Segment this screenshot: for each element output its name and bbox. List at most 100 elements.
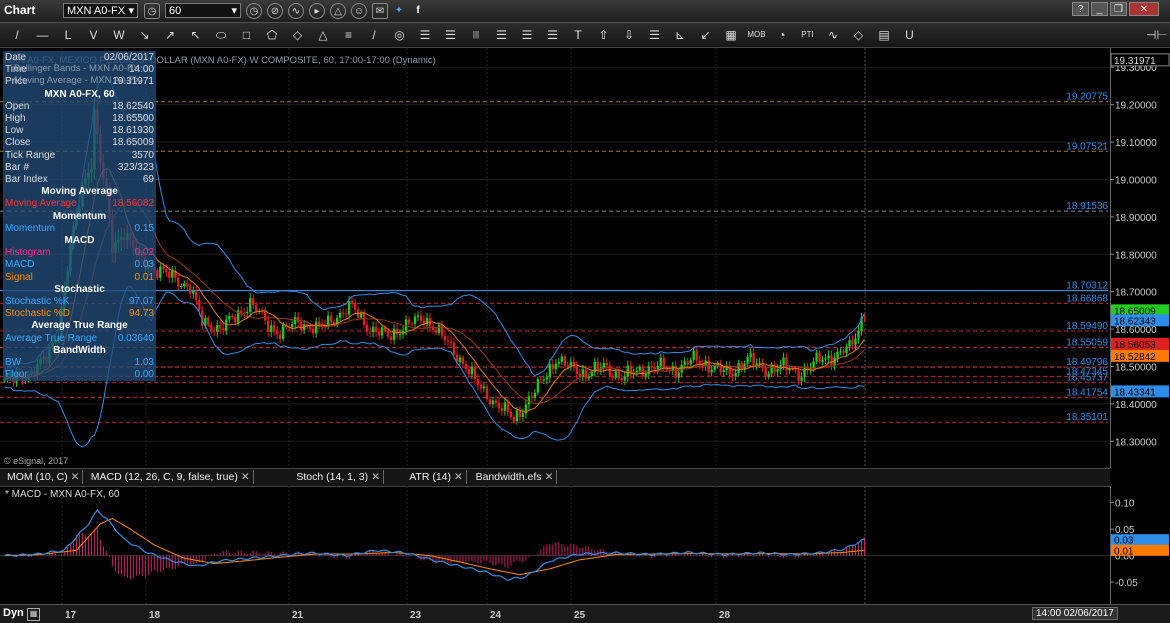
chevron-down-icon: ▾ xyxy=(128,5,134,17)
price-tag: 19.31971 xyxy=(1110,53,1170,67)
candle-body xyxy=(611,375,614,378)
candle-body xyxy=(165,268,168,273)
drawing-tool-13-icon[interactable]: ≡ xyxy=(338,27,360,43)
time-icon[interactable]: ◷ xyxy=(246,3,262,19)
candle-body xyxy=(171,270,174,278)
drawing-tool-12-icon[interactable]: △ xyxy=(312,27,334,43)
symbol-select[interactable]: MXN A0-FX ▾ xyxy=(63,3,138,18)
candle-body xyxy=(692,350,695,360)
x-axis: 17 18 21 23 24 25 28 xyxy=(65,610,731,621)
interval-select[interactable]: 60 ▾ xyxy=(165,3,241,18)
time-axis-bar: Dyn ▦ 17 18 21 23 24 25 28 14:00 02/06/2017 xyxy=(0,604,1170,623)
drawing-tool-10-icon[interactable]: ⬠ xyxy=(261,27,283,43)
drawing-tool-23-icon[interactable]: ⇧ xyxy=(593,27,615,43)
drawing-tool-9-icon[interactable]: □ xyxy=(236,27,258,43)
candle-body xyxy=(758,362,761,364)
data-row: Moving Average 18.56082 xyxy=(5,198,154,210)
drawing-tool-16-icon[interactable]: ☰ xyxy=(414,27,436,43)
drawing-tool-34-icon[interactable]: ▤ xyxy=(873,27,895,43)
interval-value: 60 xyxy=(169,5,182,17)
drawing-tool-3-icon[interactable]: V xyxy=(83,27,105,43)
mail-icon[interactable]: ✉ xyxy=(372,3,388,19)
drawing-tool-20-icon[interactable]: ☰ xyxy=(516,27,538,43)
drawing-tool-31-icon[interactable]: PTI xyxy=(797,27,819,43)
drawing-tool-29-icon[interactable]: MOB xyxy=(746,27,768,43)
x-tick-label: 18 xyxy=(149,610,161,621)
candle-body xyxy=(677,372,680,378)
drawing-tool-2-icon[interactable]: L xyxy=(57,27,79,43)
alert-icon[interactable]: △ xyxy=(330,3,346,19)
minimize-button[interactable]: _ xyxy=(1091,2,1108,16)
candle-body xyxy=(246,311,249,314)
clock-icon[interactable]: ◷ xyxy=(144,3,160,19)
drawing-tool-35-icon[interactable]: U xyxy=(899,27,921,43)
close-button[interactable]: ✕ xyxy=(1129,2,1159,16)
drawing-tool-18-icon[interactable]: ||| xyxy=(465,27,487,43)
drawing-tool-19-icon[interactable]: ☰ xyxy=(491,27,513,43)
study-tab-label: ATR (14) xyxy=(409,471,451,483)
scale-icon[interactable]: ▦ xyxy=(27,608,40,621)
drawing-tool-6-icon[interactable]: ↗ xyxy=(159,27,181,43)
candle-body xyxy=(734,372,737,377)
drawing-tool-8-icon[interactable]: ⬭ xyxy=(210,27,232,43)
restore-button[interactable]: ❐ xyxy=(1110,2,1127,16)
facebook-icon[interactable]: f xyxy=(410,3,426,19)
drawing-tool-15-icon[interactable]: ◎ xyxy=(389,27,411,43)
drawing-tool-14-icon[interactable]: / xyxy=(363,27,385,43)
candle-body xyxy=(192,291,195,294)
data-row: Low 18.61930 xyxy=(5,125,154,137)
drawing-tool-27-icon[interactable]: ↙ xyxy=(695,27,717,43)
value-tag-label: 0.01 xyxy=(1114,546,1134,557)
twitter-icon[interactable]: ✦ xyxy=(391,3,407,19)
data-key: Floor xyxy=(5,369,28,381)
drawing-tool-4-icon[interactable]: W xyxy=(108,27,130,43)
x-tick-label: 28 xyxy=(719,610,731,621)
price-chart[interactable]: 19.20775 19.07521 18.91536 18.70312 18.66868… xyxy=(0,48,1110,468)
candle-body xyxy=(488,399,492,405)
help-button[interactable]: ? xyxy=(1072,2,1089,16)
drawing-tool-32-icon[interactable]: ∿ xyxy=(822,27,844,43)
draw-icon[interactable]: ∿ xyxy=(288,3,304,19)
candle-body xyxy=(500,408,504,411)
close-icon[interactable]: ✕ xyxy=(454,471,463,483)
close-icon[interactable]: ✕ xyxy=(71,471,80,483)
drawing-tool-21-icon[interactable]: ☰ xyxy=(542,27,564,43)
drawing-tool-24-icon[interactable]: ⇩ xyxy=(618,27,640,43)
study-tab[interactable]: ATR (14) ✕ xyxy=(406,470,467,484)
drawing-tool-1-icon[interactable]: — xyxy=(32,27,54,43)
close-icon[interactable]: ✕ xyxy=(241,471,250,483)
candle-body xyxy=(509,411,513,417)
candle-body xyxy=(326,315,330,325)
expand-icon[interactable]: ⊣⊢ xyxy=(1146,27,1167,43)
drawing-tool-25-icon[interactable]: ☰ xyxy=(644,27,666,43)
drawing-tool-33-icon[interactable]: ◇ xyxy=(848,27,870,43)
study-tab[interactable]: Bandwidth.efs ✕ xyxy=(473,470,558,484)
link-icon[interactable]: ⊘ xyxy=(267,3,283,19)
drawing-tool-30-icon[interactable]: ◔ xyxy=(771,27,793,43)
drawing-tool-0-icon[interactable]: / xyxy=(6,27,28,43)
candle-body xyxy=(386,330,390,337)
drawing-tool-7-icon[interactable]: ↖ xyxy=(185,27,207,43)
study-tab[interactable]: MOM (10, C) ✕ xyxy=(4,470,84,484)
level-label: 18.35101 xyxy=(1066,412,1108,423)
study-tab[interactable]: MACD (12, 26, C, 9, false, true) ✕ xyxy=(88,470,254,484)
play-icon[interactable]: ▸ xyxy=(309,3,325,19)
candle-body xyxy=(782,357,785,365)
drawing-tool-26-icon[interactable]: ⊾ xyxy=(669,27,691,43)
candle-body xyxy=(560,356,564,362)
watermark: © eSignal, 2017 xyxy=(4,456,69,466)
study-tab[interactable]: Stoch (14, 1, 3) ✕ xyxy=(293,470,384,484)
macd-chart[interactable]: * MACD - MXN A0-FX, 60 xyxy=(0,486,1110,604)
close-icon[interactable]: ✕ xyxy=(545,471,554,483)
drawing-tool-28-icon[interactable]: ▦ xyxy=(720,27,742,43)
drawing-tool-11-icon[interactable]: ◇ xyxy=(287,27,309,43)
drawing-tool-5-icon[interactable]: ↘ xyxy=(134,27,156,43)
drawing-tool-22-icon[interactable]: T xyxy=(567,27,589,43)
close-icon[interactable]: ✕ xyxy=(371,471,380,483)
candle-body xyxy=(272,325,276,331)
candle-body xyxy=(413,316,417,324)
candle-body xyxy=(281,324,285,340)
data-row: Floor 0.00 xyxy=(5,369,154,381)
smiley-icon[interactable]: ☺ xyxy=(351,3,367,19)
drawing-tool-17-icon[interactable]: ☰ xyxy=(440,27,462,43)
